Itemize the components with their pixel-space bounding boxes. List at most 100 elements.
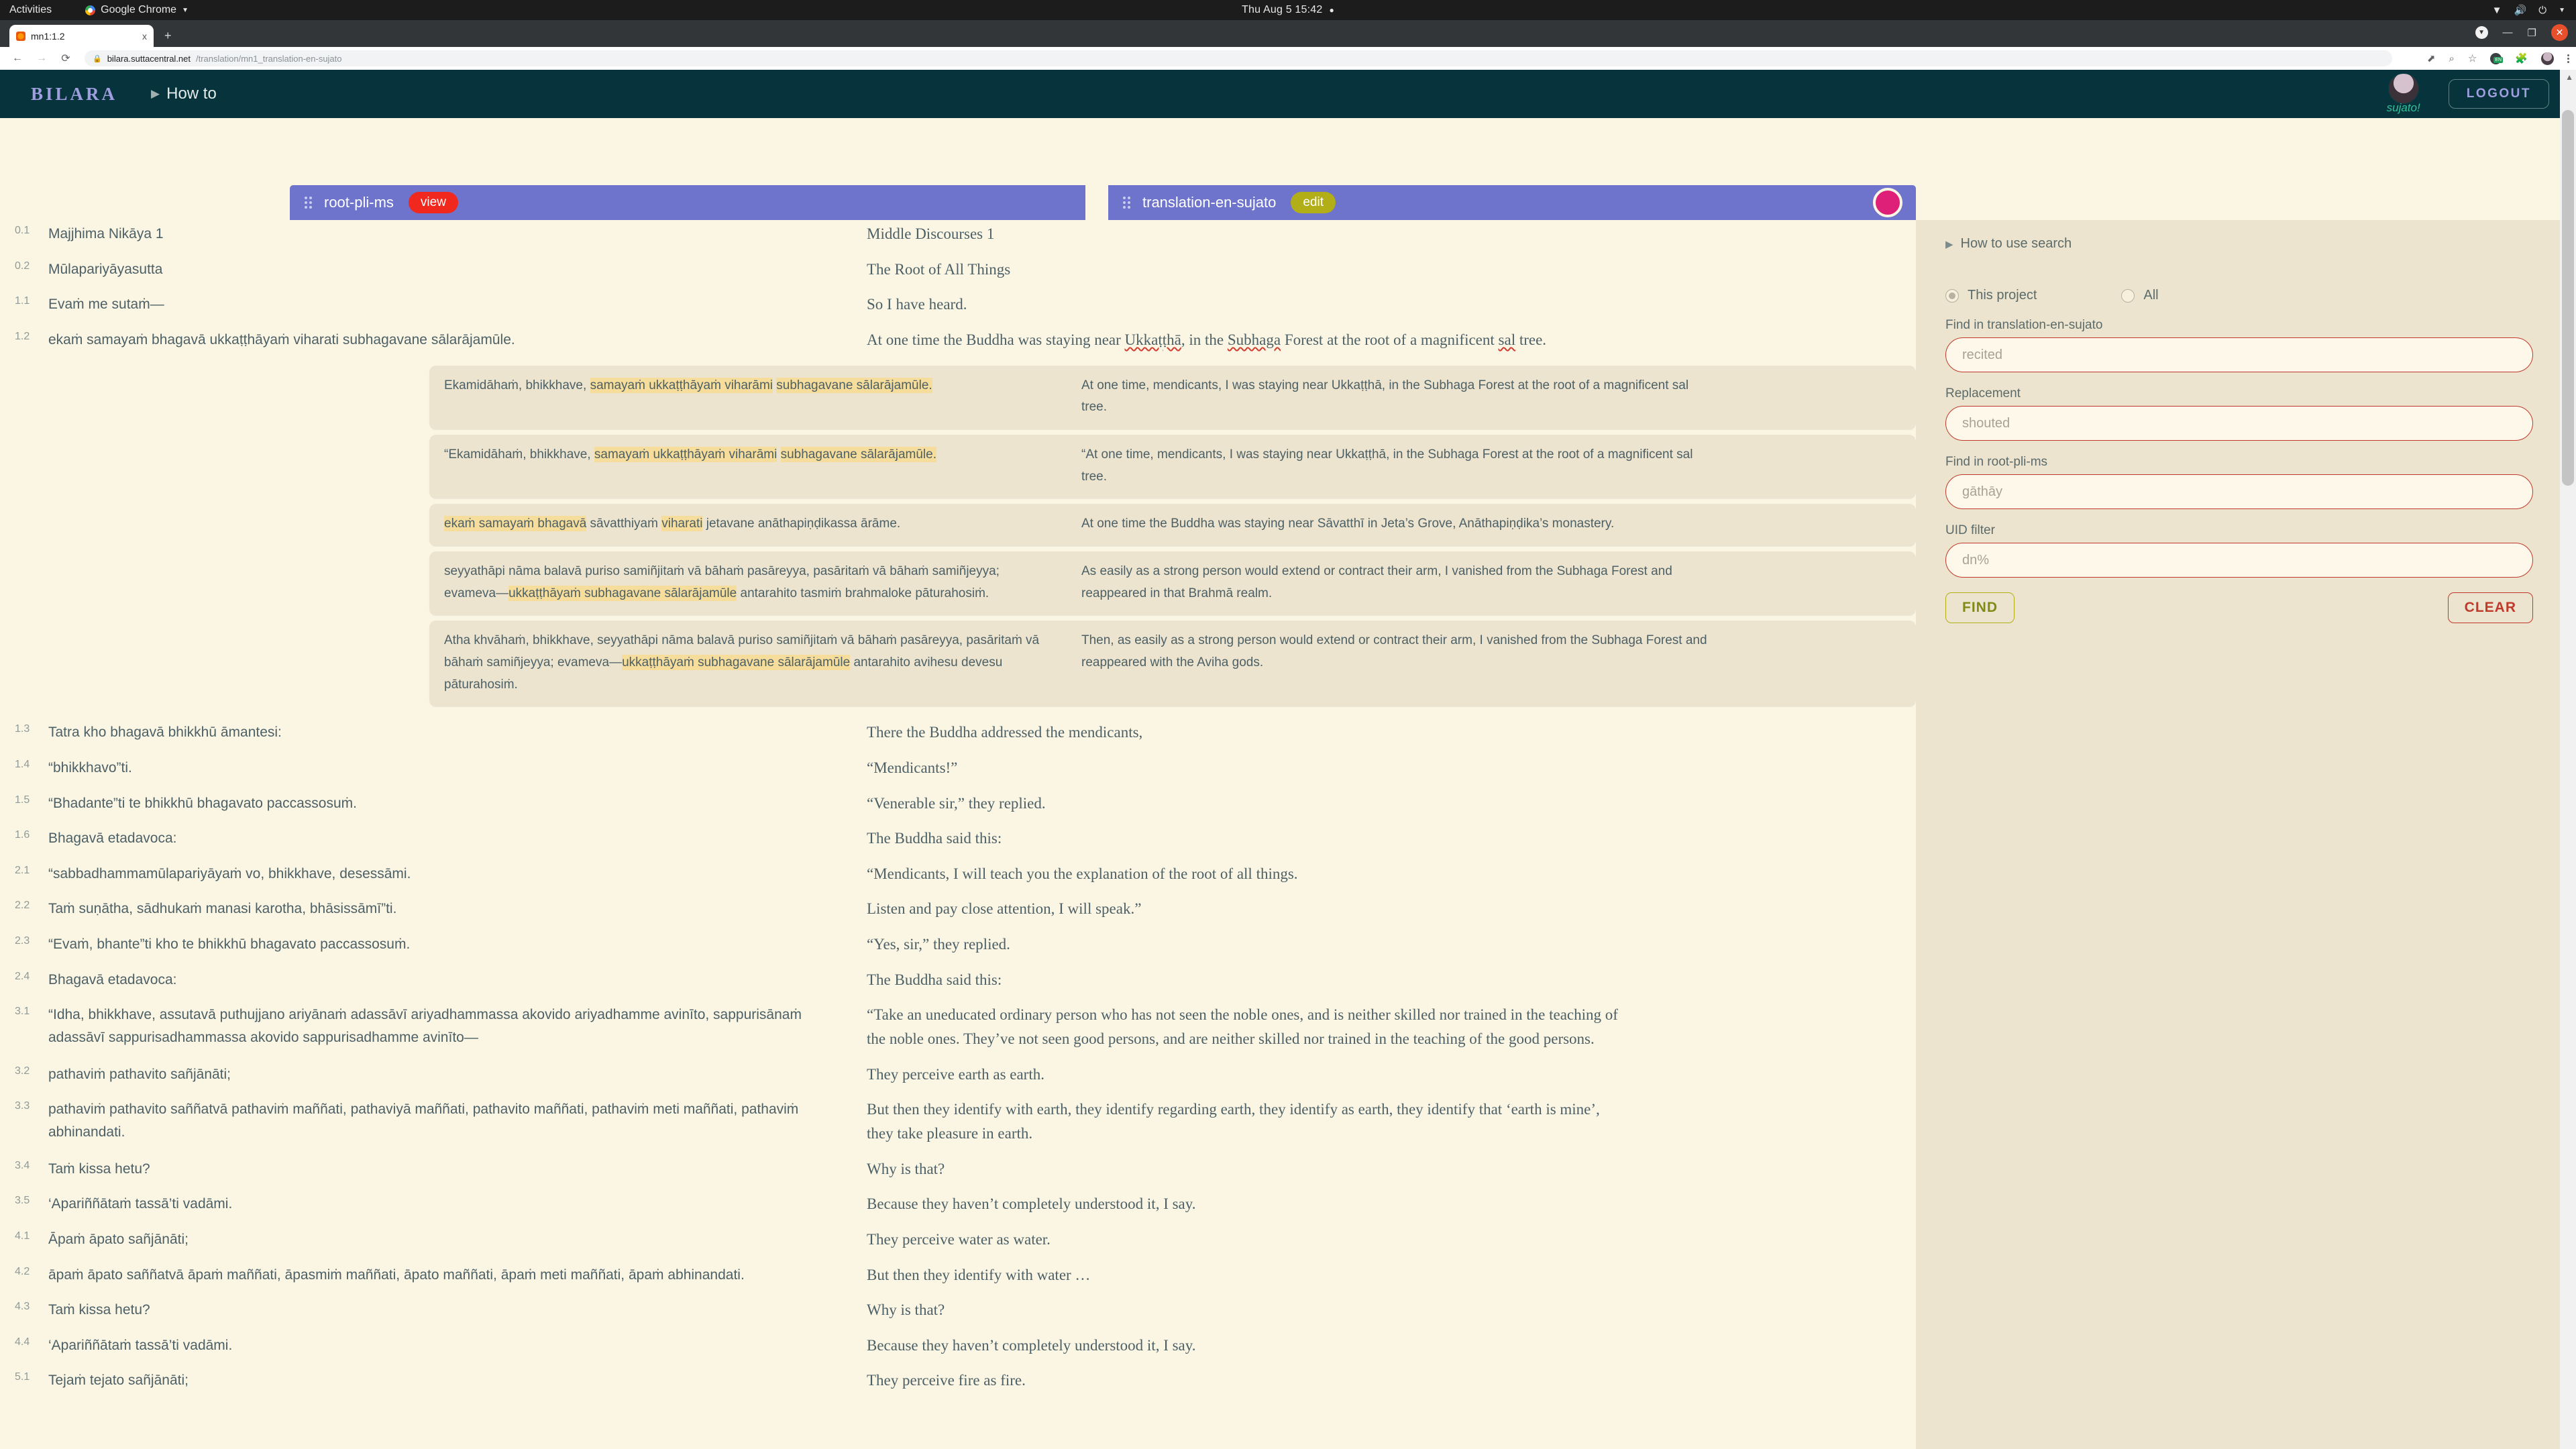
segment-row[interactable]: 3.1 “Idha, bhikkhave, assutavā puthujjano… bbox=[0, 1001, 1916, 1060]
view-badge[interactable]: view bbox=[408, 192, 458, 213]
segment-row[interactable]: 4.1 Āpaṁ āpato sañjānāti; They perceive wa… bbox=[0, 1226, 1916, 1261]
segment-row[interactable]: 1.5 “Bhadante”ti te bhikkhū bhagavato pac… bbox=[0, 790, 1916, 825]
segment-source-text[interactable]: Tejaṁ tejato sañjānāti; bbox=[48, 1366, 844, 1402]
segment-translation-text[interactable]: Middle Discourses 1 bbox=[867, 220, 1674, 256]
segment-translation-text[interactable]: So I have heard. bbox=[867, 290, 1674, 326]
browser-tab[interactable]: mn1:1.2 x bbox=[9, 25, 154, 47]
segment-source-text[interactable]: “Bhadante”ti te bhikkhū bhagavato paccas… bbox=[48, 790, 844, 825]
chrome-menu-icon[interactable] bbox=[2567, 54, 2569, 63]
segment-row[interactable]: 2.1 “sabbadhammamūlapariyāyaṁ vo, bhikkha… bbox=[0, 860, 1916, 896]
segment-source-text[interactable]: “sabbadhammamūlapariyāyaṁ vo, bhikkhave,… bbox=[48, 860, 844, 896]
segment-row[interactable]: 5.1 Tejaṁ tejato sañjānāti; They perceive … bbox=[0, 1366, 1916, 1402]
segment-translation-text[interactable]: The Root of All Things bbox=[867, 256, 1674, 291]
extension-badge-icon[interactable] bbox=[2490, 52, 2504, 64]
segment-row[interactable]: 3.4 Taṁ kissa hetu? Why is that? bbox=[0, 1155, 1916, 1191]
segment-row[interactable]: 4.4 ‘Apariññātaṁ tassā’ti vadāmi. Because … bbox=[0, 1332, 1916, 1367]
maximize-button[interactable]: ❐ bbox=[2528, 27, 2536, 39]
segment-source-text[interactable]: “bhikkhavo”ti. bbox=[48, 754, 844, 790]
segment-source-text[interactable]: Majjhima Nikāya 1 bbox=[48, 220, 844, 256]
segment-translation-text[interactable]: “Yes, sir,” they replied. bbox=[867, 930, 1674, 966]
how-to-link[interactable]: ▶ How to bbox=[151, 85, 217, 103]
how-to-use-search-toggle[interactable]: ▶ How to use search bbox=[1945, 236, 2533, 252]
user-block[interactable]: sujato! bbox=[2387, 73, 2420, 115]
panel-toggle-dot[interactable] bbox=[1873, 188, 1902, 217]
uid-filter-input[interactable]: dn% bbox=[1945, 543, 2533, 578]
segment-row[interactable]: 2.2 Taṁ suṇātha, sādhukaṁ manasi karotha,… bbox=[0, 895, 1916, 930]
replacement-input[interactable]: shouted bbox=[1945, 406, 2533, 441]
segment-row[interactable]: 1.2 ekaṁ samayaṁ bhagavā ukkaṭṭhāyaṁ viha… bbox=[0, 326, 1916, 362]
segment-translation-text[interactable]: Because they haven’t completely understo… bbox=[867, 1190, 1674, 1226]
segment-row[interactable]: 4.3 Taṁ kissa hetu? Why is that? bbox=[0, 1296, 1916, 1332]
find-button[interactable]: FIND bbox=[1945, 592, 2015, 623]
segment-translation-text[interactable]: There the Buddha addressed the mendicant… bbox=[867, 718, 1674, 754]
segment-translation-text[interactable]: But then they identify with water … bbox=[867, 1261, 1674, 1297]
segment-source-text[interactable]: “Evaṁ, bhante”ti kho te bhikkhū bhagavat… bbox=[48, 930, 844, 966]
segment-row[interactable]: 0.2 Mūlapariyāyasutta The Root of All Thin… bbox=[0, 256, 1916, 291]
minimize-button[interactable]: — bbox=[2503, 27, 2513, 38]
segment-row[interactable]: 1.4 “bhikkhavo”ti. “Mendicants!” bbox=[0, 754, 1916, 790]
segment-translation-text[interactable]: “Venerable sir,” they replied. bbox=[867, 790, 1674, 825]
segment-source-text[interactable]: Taṁ kissa hetu? bbox=[48, 1155, 844, 1191]
scrollbar-thumb[interactable] bbox=[2562, 110, 2574, 486]
close-window-button[interactable]: ✕ bbox=[2551, 24, 2568, 41]
segment-translation-text[interactable]: They perceive earth as earth. bbox=[867, 1061, 1674, 1096]
segment-source-text[interactable]: “Idha, bhikkhave, assutavā puthujjano ar… bbox=[48, 1001, 844, 1060]
segment-source-text[interactable]: Bhagavā etadavoca: bbox=[48, 824, 844, 860]
segment-source-text[interactable]: pathaviṁ pathavito sañjānāti; bbox=[48, 1061, 844, 1096]
segment-translation-text[interactable]: “Mendicants!” bbox=[867, 754, 1674, 790]
segment-translation-text[interactable]: Because they haven’t completely understo… bbox=[867, 1332, 1674, 1367]
segment-translation-text[interactable]: Listen and pay close attention, I will s… bbox=[867, 895, 1674, 930]
bookmark-star-icon[interactable]: ☆ bbox=[2468, 52, 2477, 64]
zoom-icon[interactable]: ⌕ bbox=[2449, 53, 2454, 64]
segment-row[interactable]: 1.1 Evaṁ me sutaṁ— So I have heard. bbox=[0, 290, 1916, 326]
segment-row[interactable]: 0.1 Majjhima Nikāya 1 Middle Discourses 1 bbox=[0, 220, 1916, 256]
segment-translation-text[interactable]: They perceive fire as fire. bbox=[867, 1366, 1674, 1402]
find-translation-input[interactable]: recited bbox=[1945, 337, 2533, 372]
segment-source-text[interactable]: Tatra kho bhagavā bhikkhū āmantesi: bbox=[48, 718, 844, 754]
find-root-input[interactable]: gāthāy bbox=[1945, 474, 2533, 509]
segment-row[interactable]: 4.2 āpaṁ āpato saññatvā āpaṁ maññati, āpa… bbox=[0, 1261, 1916, 1297]
drag-handle-icon[interactable] bbox=[305, 197, 312, 209]
activities-button[interactable]: Activities bbox=[9, 4, 52, 16]
page-scrollbar[interactable]: ▲ bbox=[2560, 70, 2576, 1449]
search-result-card[interactable]: ekaṁ samayaṁ bhagavā sāvatthiyaṁ viharat… bbox=[429, 504, 1916, 546]
radio-this-project[interactable]: This project bbox=[1945, 288, 2037, 303]
segment-translation-text[interactable]: They perceive water as water. bbox=[867, 1226, 1674, 1261]
search-result-card[interactable]: Ekamidāhaṁ, bhikkhave, samayaṁ ukkaṭṭhāy… bbox=[429, 365, 1916, 429]
segment-source-text[interactable]: āpaṁ āpato saññatvā āpaṁ maññati, āpasmi… bbox=[48, 1261, 844, 1297]
logout-button[interactable]: LOGOUT bbox=[2448, 79, 2549, 109]
edit-badge[interactable]: edit bbox=[1291, 192, 1336, 213]
profile-avatar-icon[interactable] bbox=[2541, 52, 2554, 65]
column-header-translation[interactable]: translation-en-sujato edit bbox=[1108, 185, 1916, 220]
reload-icon[interactable]: ⟳ bbox=[59, 52, 72, 65]
extensions-puzzle-icon[interactable]: 🧩 bbox=[2515, 52, 2528, 64]
segment-source-text[interactable]: Āpaṁ āpato sañjānāti; bbox=[48, 1226, 844, 1261]
drag-handle-icon[interactable] bbox=[1123, 197, 1130, 209]
scroll-up-icon[interactable]: ▲ bbox=[2565, 72, 2573, 82]
segment-translation-text[interactable]: But then they identify with earth, they … bbox=[867, 1095, 1674, 1155]
chevron-down-icon[interactable]: ▼ bbox=[2475, 26, 2488, 39]
segment-source-text[interactable]: Bhagavā etadavoca: bbox=[48, 966, 844, 1002]
segment-source-text[interactable]: pathaviṁ pathavito saññatvā pathaviṁ mañ… bbox=[48, 1095, 844, 1155]
app-menu-chrome[interactable]: Google Chrome ▼ bbox=[85, 4, 189, 16]
close-tab-icon[interactable]: x bbox=[142, 31, 147, 42]
segment-translation-text[interactable]: At one time the Buddha was staying near … bbox=[867, 326, 1674, 362]
segment-row[interactable]: 3.3 pathaviṁ pathavito saññatvā pathaviṁ … bbox=[0, 1095, 1916, 1155]
segment-row[interactable]: 2.4 Bhagavā etadavoca: The Buddha said thi… bbox=[0, 966, 1916, 1002]
segment-source-text[interactable]: Evaṁ me sutaṁ— bbox=[48, 290, 844, 326]
forward-icon[interactable]: → bbox=[35, 52, 48, 64]
segment-source-text[interactable]: Taṁ suṇātha, sādhukaṁ manasi karotha, bh… bbox=[48, 895, 844, 930]
segment-translation-text[interactable]: Why is that? bbox=[867, 1296, 1674, 1332]
segment-translation-text[interactable]: “Mendicants, I will teach you the explan… bbox=[867, 860, 1674, 896]
search-result-card[interactable]: Atha khvāhaṁ, bhikkhave, seyyathāpi nāma… bbox=[429, 621, 1916, 707]
segment-source-text[interactable]: ‘Apariññātaṁ tassā’ti vadāmi. bbox=[48, 1190, 844, 1226]
segment-row[interactable]: 2.3 “Evaṁ, bhante”ti kho te bhikkhū bhaga… bbox=[0, 930, 1916, 966]
segment-translation-text[interactable]: The Buddha said this: bbox=[867, 966, 1674, 1002]
segment-row[interactable]: 1.3 Tatra kho bhagavā bhikkhū āmantesi: Th… bbox=[0, 718, 1916, 754]
segment-translation-text[interactable]: The Buddha said this: bbox=[867, 824, 1674, 860]
share-icon[interactable]: ⬈ bbox=[2427, 52, 2436, 64]
search-result-card[interactable]: seyyathāpi nāma balavā puriso samiñjitaṁ… bbox=[429, 551, 1916, 616]
clear-button[interactable]: CLEAR bbox=[2447, 592, 2533, 623]
segment-row[interactable]: 3.2 pathaviṁ pathavito sañjānāti; They per… bbox=[0, 1061, 1916, 1096]
segment-source-text[interactable]: Mūlapariyāyasutta bbox=[48, 256, 844, 291]
